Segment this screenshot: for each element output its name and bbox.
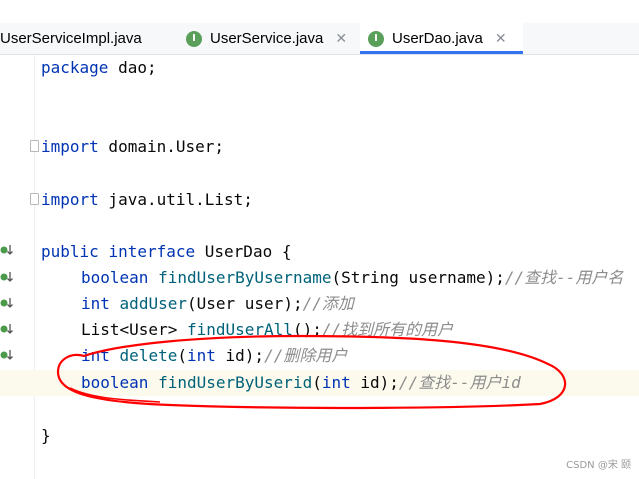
watermark: CSDN @宋 颐: [566, 460, 631, 471]
red-annotation-ellipse: [56, 334, 567, 410]
